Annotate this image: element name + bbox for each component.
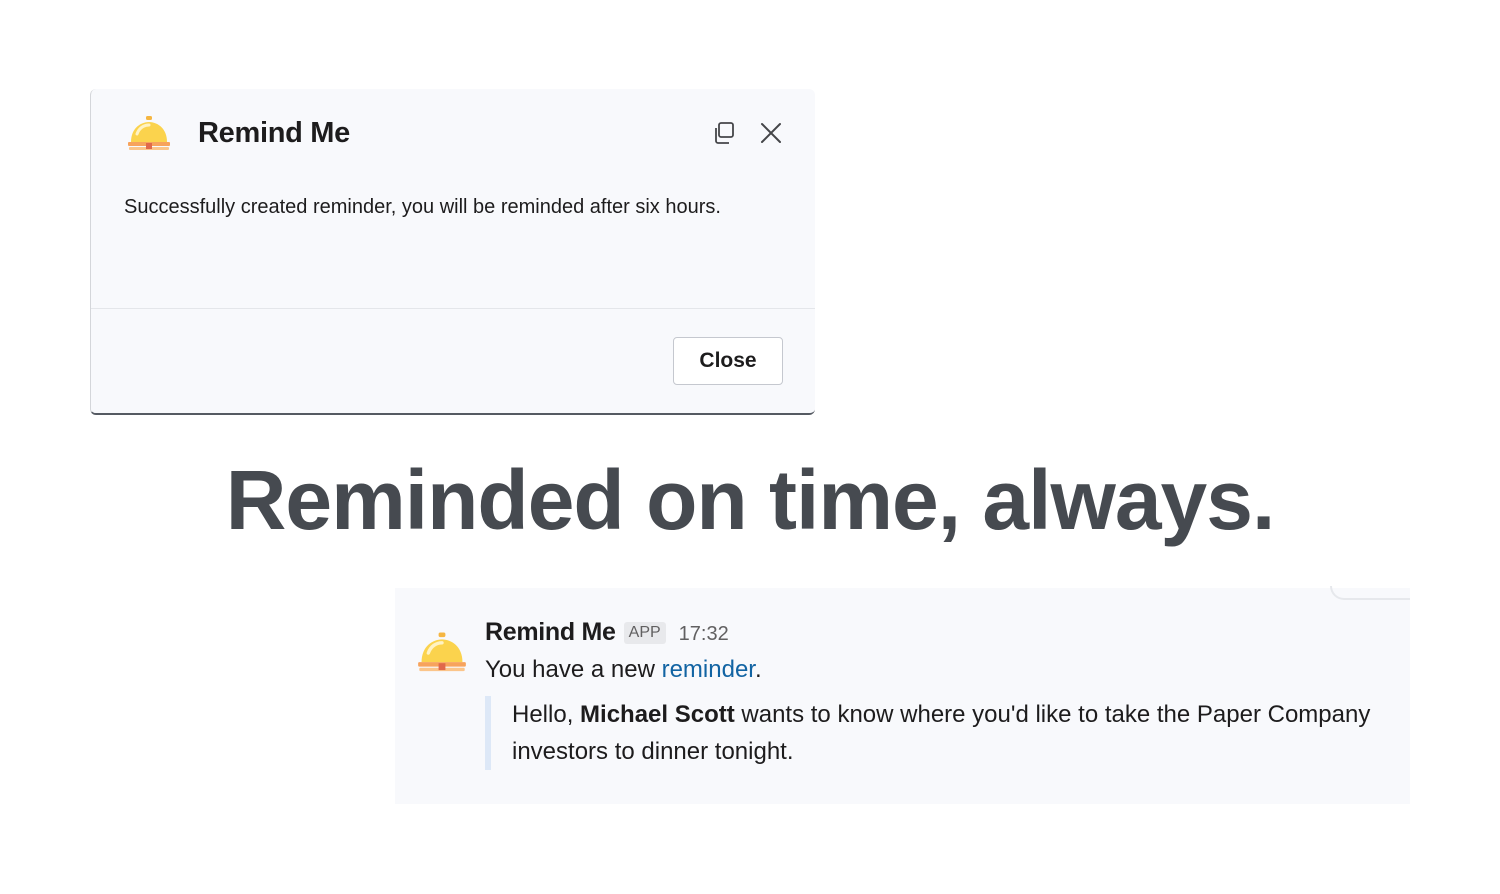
message-timestamp[interactable]: 17:32 [679,623,729,646]
service-bell-icon[interactable] [417,630,467,676]
quote-name: Michael Scott [580,701,735,728]
message-header: Remind Me APP 17:32 [485,618,729,647]
message-corner-decoration [1330,586,1410,600]
message-text: You have a new reminder. [485,656,762,684]
message-text-end: . [754,656,762,683]
quote-prefix: Hello, [512,701,581,728]
message-text-start: You have a new [485,656,662,683]
service-bell-icon [128,116,170,150]
message-quote: Hello, Michael Scott wants to know where… [485,696,1397,770]
close-icon[interactable] [758,120,784,146]
modal-title: Remind Me [198,117,350,149]
headline: Reminded on time, always. [225,453,1276,547]
app-badge: APP [623,622,666,644]
close-button[interactable]: Close [673,337,783,385]
page: Remind Me Successfully created reminder,… [0,0,1500,894]
chat-message: Remind Me APP 17:32 You have a new remin… [395,586,1410,804]
modal-header: Remind Me [91,89,815,181]
copy-icon[interactable] [711,120,737,146]
modal-message: Successfully created reminder, you will … [124,196,721,218]
message-author[interactable]: Remind Me [485,618,616,647]
reminder-link[interactable]: reminder [662,656,755,683]
reminder-modal: Remind Me Successfully created reminder,… [90,89,815,415]
